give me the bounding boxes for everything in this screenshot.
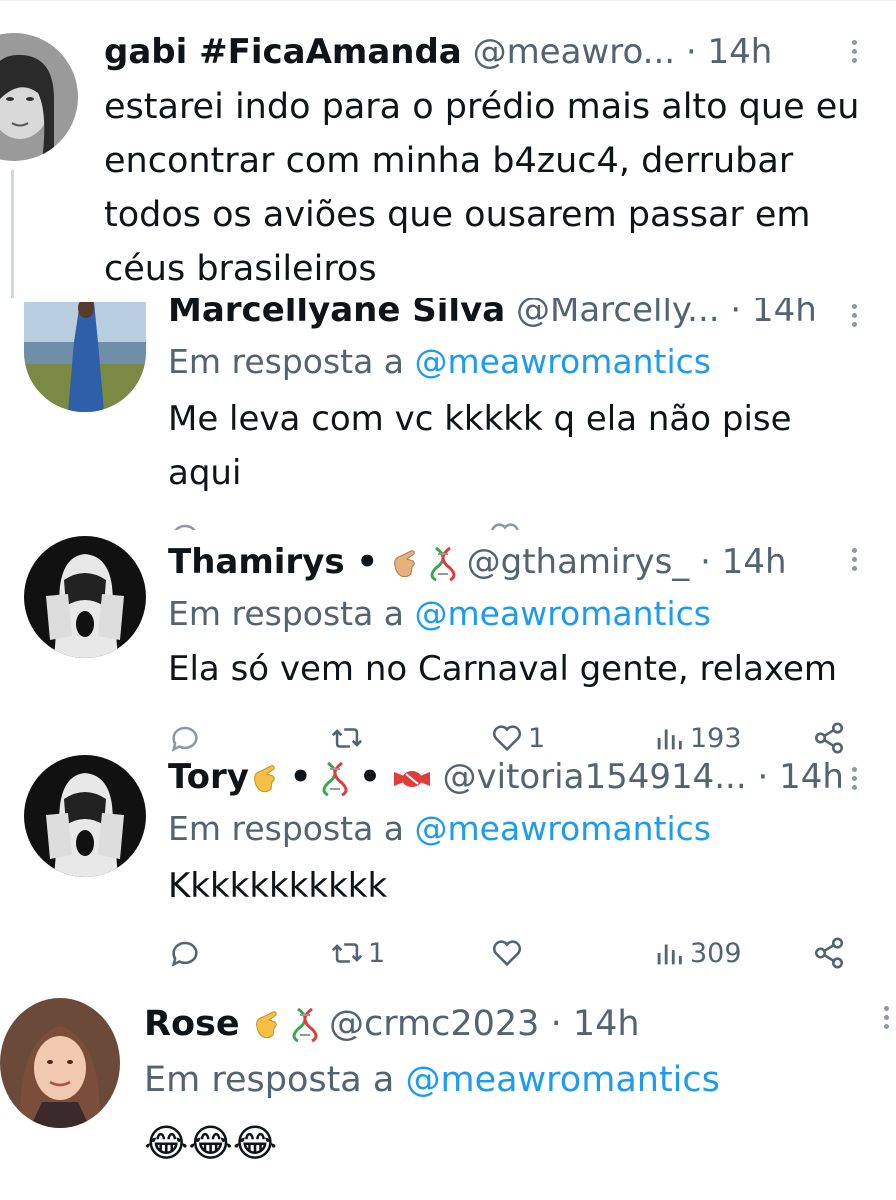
reply-icon	[171, 726, 198, 752]
reply-button[interactable]	[168, 933, 202, 973]
hand-emoji-icon	[254, 764, 275, 792]
hand-emoji-icon	[394, 549, 415, 577]
views-button[interactable]: 193	[652, 718, 742, 758]
more-icon[interactable]	[852, 763, 860, 794]
reply-button[interactable]	[168, 718, 202, 758]
like-button[interactable]	[490, 933, 524, 973]
like-button[interactable]: 1	[490, 718, 545, 758]
reply-prefix: Em resposta a	[168, 809, 405, 848]
retweet-icon	[331, 943, 363, 963]
reply-mention-link[interactable]: @meawromantics	[405, 1060, 719, 1100]
timestamp[interactable]: · 14h	[730, 298, 816, 330]
avatar-rose[interactable]	[0, 998, 120, 1128]
views-icon	[657, 729, 682, 750]
like-count: 1	[528, 722, 546, 754]
tweet-tory[interactable]: Tory • • @vitoria154914... · 14h Em resp…	[0, 755, 896, 985]
more-icon[interactable]	[852, 300, 860, 331]
share-button[interactable]	[812, 718, 846, 758]
like-icon	[492, 940, 522, 967]
reply-prefix: Em resposta a	[168, 594, 405, 633]
reply-context: Em resposta a @meawromantics	[168, 809, 711, 849]
retweet-button[interactable]	[330, 718, 364, 758]
tweet-header: Tory • • @vitoria154914... · 14h	[168, 757, 844, 797]
display-name[interactable]: Thamirys •	[168, 542, 378, 582]
views-button[interactable]: 309	[652, 933, 742, 973]
tweet-header: Thamirys • @gthamirys_ · 14h	[168, 542, 787, 582]
hand-emoji-icon	[255, 1011, 277, 1039]
tweet-gabi[interactable]: gabi #FicaAmanda @meawro... · 14h estare…	[0, 0, 896, 300]
reply-icon[interactable]	[168, 518, 202, 530]
tweet-header: gabi #FicaAmanda @meawro... · 14h	[104, 32, 772, 72]
retweet-button[interactable]: 1	[330, 933, 385, 973]
reply-mention-link[interactable]: @meawromantics	[415, 594, 711, 633]
tweet-text: Kkkkkkkkkkk	[168, 866, 388, 906]
user-handle[interactable]: @gthamirys_	[467, 542, 690, 582]
like-icon[interactable]	[488, 518, 522, 530]
display-name[interactable]: Tory	[168, 757, 249, 797]
tweet-header: Marcellyane Silva @Marcelly... · 14h	[168, 298, 817, 330]
like-icon	[492, 725, 522, 752]
timestamp[interactable]: · 14h	[700, 542, 786, 582]
view-count: 193	[690, 722, 742, 754]
tweet-thamirys[interactable]: Thamirys • @gthamirys_ · 14h Em resposta…	[0, 530, 896, 760]
view-count: 309	[690, 937, 742, 969]
timestamp[interactable]: · 14h	[551, 1004, 640, 1044]
tweet-header: Rose @crmc2023 · 14h	[144, 1004, 640, 1044]
tweet-rose[interactable]: Rose @crmc2023 · 14h Em resposta a @meaw…	[0, 990, 896, 1200]
tweet-actions: 1 193	[168, 718, 858, 758]
tweet-text: estarei indo para o prédio mais alto que…	[104, 87, 860, 289]
tweet-text: 😂😂😂	[144, 1121, 278, 1165]
display-name[interactable]: Marcellyane Silva	[168, 298, 505, 330]
reply-mention-link[interactable]: @meawromantics	[415, 342, 711, 381]
reply-context: Em resposta a @meawromantics	[168, 594, 711, 634]
tweet-marcellyane[interactable]: Marcellyane Silva @Marcelly... · 14h Em …	[0, 298, 896, 530]
more-icon[interactable]	[884, 1002, 892, 1033]
tweet-actions-cut	[168, 518, 858, 530]
user-handle[interactable]: @Marcelly...	[516, 298, 720, 330]
user-handle[interactable]: @crmc2023	[329, 1004, 539, 1044]
reply-context: Em resposta a @meawromantics	[168, 342, 711, 382]
candy-emoji-icon	[393, 770, 430, 787]
dna-emoji-icon	[292, 1007, 318, 1043]
reply-prefix: Em resposta a	[168, 342, 405, 381]
display-name[interactable]: Rose	[144, 1004, 240, 1044]
avatar-marcellyane[interactable]	[24, 302, 146, 412]
user-handle[interactable]: @vitoria154914...	[443, 757, 747, 797]
thread-line	[11, 170, 14, 300]
more-icon[interactable]	[852, 36, 860, 67]
tweet-text: Ela só vem no Carnaval gente, relaxem	[168, 649, 838, 689]
avatar-tory[interactable]	[24, 755, 146, 877]
views-icon	[657, 944, 682, 965]
dna-emoji-icon	[430, 546, 456, 581]
reply-icon	[171, 941, 198, 967]
retweet-icon	[331, 728, 363, 748]
dna-emoji-icon	[322, 761, 348, 796]
user-handle[interactable]: @meawro...	[473, 32, 676, 72]
share-icon	[814, 722, 844, 754]
reply-prefix: Em resposta a	[144, 1060, 395, 1100]
more-icon[interactable]	[852, 544, 860, 575]
display-name[interactable]: gabi #FicaAmanda	[104, 32, 462, 72]
reply-mention-link[interactable]: @meawromantics	[415, 809, 711, 848]
share-button[interactable]	[812, 933, 846, 973]
name-separator: •	[359, 757, 381, 797]
avatar-thamirys[interactable]	[24, 536, 146, 658]
avatar-gabi[interactable]	[0, 33, 78, 161]
share-icon	[814, 937, 844, 969]
reply-context: Em resposta a @meawromantics	[144, 1060, 720, 1100]
tweet-actions: 1 309	[168, 933, 858, 973]
retweet-count: 1	[368, 937, 386, 969]
tweet-text: Me leva com vc kkkkk q ela não pise aqui	[168, 399, 792, 493]
name-separator: •	[289, 757, 312, 797]
timestamp[interactable]: · 14h	[758, 757, 844, 797]
timestamp[interactable]: · 14h	[686, 32, 772, 72]
